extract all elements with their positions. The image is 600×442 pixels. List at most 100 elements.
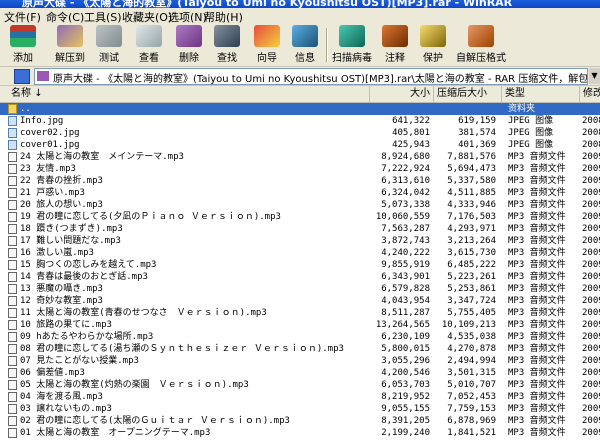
file-type: MP3 音频文件 bbox=[508, 284, 566, 294]
column-name[interactable]: 名称 ↓ bbox=[0, 86, 370, 102]
file-name: 15 胸つくの恋しみを越えて.mp3 bbox=[20, 260, 157, 270]
column-type[interactable]: 类型 bbox=[502, 86, 580, 102]
virus-scan-button[interactable]: 扫描病毒 bbox=[330, 25, 374, 65]
file-size: 7,222,924 bbox=[381, 164, 430, 174]
extract-to-button[interactable]: 解压到 bbox=[50, 25, 90, 65]
file-modified: 2009- bbox=[582, 368, 600, 378]
file-row[interactable]: 05 太陽と海の教室(灼熱の楽園 Ｖｅｒｓｉｏｎ).mp3 6,053,703 5,… bbox=[0, 379, 600, 391]
file-packed: 5,223,261 bbox=[447, 272, 496, 282]
file-modified: 2009- bbox=[582, 212, 600, 222]
file-row[interactable]: 24 太陽と海の教室 メインテーマ.mp3 8,924,680 7,881,576 M… bbox=[0, 151, 600, 163]
file-row[interactable]: cover02.jpg 405,801 381,574 JPEG 图像 2008- bbox=[0, 127, 600, 139]
file-row[interactable]: 18 躓き(つまずき).mp3 7,563,287 4,293,971 MP3 音频文… bbox=[0, 223, 600, 235]
file-modified: 2009- bbox=[582, 344, 600, 354]
file-row[interactable]: 19 君の瞳に恋してる(夕凪のＰｉａｎｏ Ｖｅｒｓｉｏｎ).mp3 10,060,… bbox=[0, 211, 600, 223]
file-type: MP3 音频文件 bbox=[508, 356, 566, 366]
file-packed bbox=[434, 103, 496, 115]
file-modified: 2009- bbox=[582, 404, 600, 414]
file-type: MP3 音频文件 bbox=[508, 188, 566, 198]
file-row[interactable]: 11 太陽と海の教室(青春のせつなさ Ｖｅｒｓｉｏｎ).mp3 8,511,287… bbox=[0, 307, 600, 319]
file-modified: 2009- bbox=[582, 176, 600, 186]
file-size: 6,230,109 bbox=[381, 332, 430, 342]
file-row[interactable]: 09 hあたるやわらかな場所.mp3 6,230,109 4,535,038 MP3 … bbox=[0, 331, 600, 343]
books-stack-icon bbox=[10, 25, 36, 47]
menu-command[interactable]: 命令(C) bbox=[46, 9, 84, 25]
archive-path-field[interactable]: 原声大碟 - 《太陽と海的教室》(Taiyou to Umi no Kyoush… bbox=[34, 68, 588, 85]
comment-button[interactable]: 注释 bbox=[378, 25, 412, 65]
file-row[interactable]: 01 太陽と海の教室 オープニングテーマ.mp3 2,199,240 1,841,5… bbox=[0, 427, 600, 439]
file-size: 9,055,155 bbox=[381, 404, 430, 414]
wizard-button[interactable]: 向导 bbox=[250, 25, 284, 65]
file-row[interactable]: 21 戸惑い.mp3 6,324,042 4,511,885 MP3 音频文件 2009… bbox=[0, 187, 600, 199]
toolbar-separator bbox=[326, 28, 328, 62]
file-modified: 2009- bbox=[582, 248, 600, 258]
up-folder-icon[interactable] bbox=[14, 69, 30, 84]
file-row[interactable]: 15 胸つくの恋しみを越えて.mp3 9,855,919 6,485,222 MP3 … bbox=[0, 259, 600, 271]
file-row[interactable]: cover01.jpg 425,943 401,369 JPEG 图像 2008- bbox=[0, 139, 600, 151]
file-row[interactable]: 10 旅路の果てに.mp3 13,264,565 10,109,213 MP3 音频文… bbox=[0, 319, 600, 331]
file-row[interactable]: 07 見たことがない授業.mp3 3,055,296 2,494,994 MP3 音频… bbox=[0, 355, 600, 367]
file-packed: 5,337,580 bbox=[447, 176, 496, 186]
file-row[interactable]: 14 青春は最後のおとぎ話.mp3 6,343,901 5,223,261 MP3 音… bbox=[0, 271, 600, 283]
file-row[interactable]: 17 難しい問題だな.mp3 3,872,743 3,213,264 MP3 音频文件… bbox=[0, 235, 600, 247]
menu-file[interactable]: 文件(F) bbox=[4, 9, 41, 25]
file-row[interactable]: 16 激しい嵐.mp3 4,240,222 3,615,730 MP3 音频文件 200… bbox=[0, 247, 600, 259]
file-row[interactable]: 08 君の瞳に恋してる(湯ち瀬のＳｙｎｔｈｅｓｉｚｅｒ Ｖｅｒｓｉｏｎ).mp3… bbox=[0, 343, 600, 355]
column-header: 名称 ↓ 大小 压缩后大小 类型 修改 bbox=[0, 86, 600, 103]
protect-button[interactable]: 保护 bbox=[416, 25, 450, 65]
file-type: MP3 音频文件 bbox=[508, 176, 566, 186]
file-row[interactable]: 23 友情.mp3 7,222,924 5,694,473 MP3 音频文件 2009- bbox=[0, 163, 600, 175]
virus-scan-icon bbox=[339, 25, 365, 47]
info-button[interactable]: 信息 bbox=[288, 25, 322, 65]
chevron-down-icon[interactable]: ▼ bbox=[589, 68, 600, 84]
menu-favorites[interactable]: 收藏夹(O) bbox=[122, 9, 172, 25]
menu-help[interactable]: 帮助(H) bbox=[204, 9, 243, 25]
file-type: MP3 音频文件 bbox=[508, 308, 566, 318]
file-name: 16 激しい嵐.mp3 bbox=[20, 248, 94, 258]
test-button[interactable]: 测试 bbox=[92, 25, 126, 65]
file-name: 02 君の瞳に恋してる(太陽のＧｕｉｔａｒ Ｖｅｒｓｉｏｎ).mp3 bbox=[20, 416, 290, 426]
file-row[interactable]: 20 旅人の想い.mp3 5,073,338 4,333,946 MP3 音频文件 20… bbox=[0, 199, 600, 211]
file-row[interactable]: 06 偏差値.mp3 4,200,546 3,501,315 MP3 音频文件 2009… bbox=[0, 367, 600, 379]
file-packed: 2,494,994 bbox=[447, 356, 496, 366]
audio-file-icon bbox=[8, 164, 17, 174]
menu-tools[interactable]: 工具(S) bbox=[84, 9, 122, 25]
file-modified bbox=[582, 103, 600, 115]
file-row[interactable]: 13 悪魔の囁き.mp3 6,579,828 5,253,861 MP3 音频文件 20… bbox=[0, 283, 600, 295]
file-size: 8,219,952 bbox=[381, 392, 430, 402]
audio-file-icon bbox=[8, 356, 17, 366]
file-packed: 5,755,405 bbox=[447, 308, 496, 318]
add-button[interactable]: 添加 bbox=[6, 25, 40, 65]
file-packed: 5,010,707 bbox=[447, 380, 496, 390]
column-modified[interactable]: 修改 bbox=[580, 86, 600, 102]
file-modified: 2009- bbox=[582, 236, 600, 246]
file-packed: 10,109,213 bbox=[441, 320, 496, 330]
file-row[interactable]: 03 譲れないもの.mp3 9,055,155 7,759,153 MP3 音频文件 2… bbox=[0, 403, 600, 415]
file-modified: 2009- bbox=[582, 296, 600, 306]
audio-file-icon bbox=[8, 428, 17, 438]
audio-file-icon bbox=[8, 284, 17, 294]
file-row[interactable]: .. 资料夹 bbox=[0, 103, 600, 115]
file-row[interactable]: 12 奇妙な教室.mp3 4,043,954 3,347,724 MP3 音频文件 20… bbox=[0, 295, 600, 307]
file-modified: 2009- bbox=[582, 416, 600, 426]
file-modified: 2009- bbox=[582, 224, 600, 234]
file-type: MP3 音频文件 bbox=[508, 296, 566, 306]
file-row[interactable]: 04 海を渡る風.mp3 8,219,952 7,052,453 MP3 音频文件 20… bbox=[0, 391, 600, 403]
audio-file-icon bbox=[8, 188, 17, 198]
file-modified: 2009- bbox=[582, 164, 600, 174]
column-packed[interactable]: 压缩后大小 bbox=[434, 86, 502, 102]
menu-options[interactable]: 选项(N) bbox=[168, 9, 207, 25]
file-type: MP3 音频文件 bbox=[508, 404, 566, 414]
file-row[interactable]: Info.jpg 641,322 619,159 JPEG 图像 2008- bbox=[0, 115, 600, 127]
file-row[interactable]: 22 青春の挫折.mp3 6,313,610 5,337,580 MP3 音频文件 20… bbox=[0, 175, 600, 187]
column-size[interactable]: 大小 bbox=[370, 86, 434, 102]
delete-button[interactable]: 删除 bbox=[172, 25, 206, 65]
file-name: 03 譲れないもの.mp3 bbox=[20, 404, 112, 414]
file-packed: 6,485,222 bbox=[447, 260, 496, 270]
view-button[interactable]: 查看 bbox=[132, 25, 166, 65]
sfx-button[interactable]: 自解压格式 bbox=[452, 25, 510, 65]
file-name: 09 hあたるやわらかな場所.mp3 bbox=[20, 332, 154, 342]
file-row[interactable]: 02 君の瞳に恋してる(太陽のＧｕｉｔａｒ Ｖｅｒｓｉｏｎ).mp3 8,391,… bbox=[0, 415, 600, 427]
find-button[interactable]: 查找 bbox=[210, 25, 244, 65]
file-packed: 3,213,264 bbox=[447, 236, 496, 246]
